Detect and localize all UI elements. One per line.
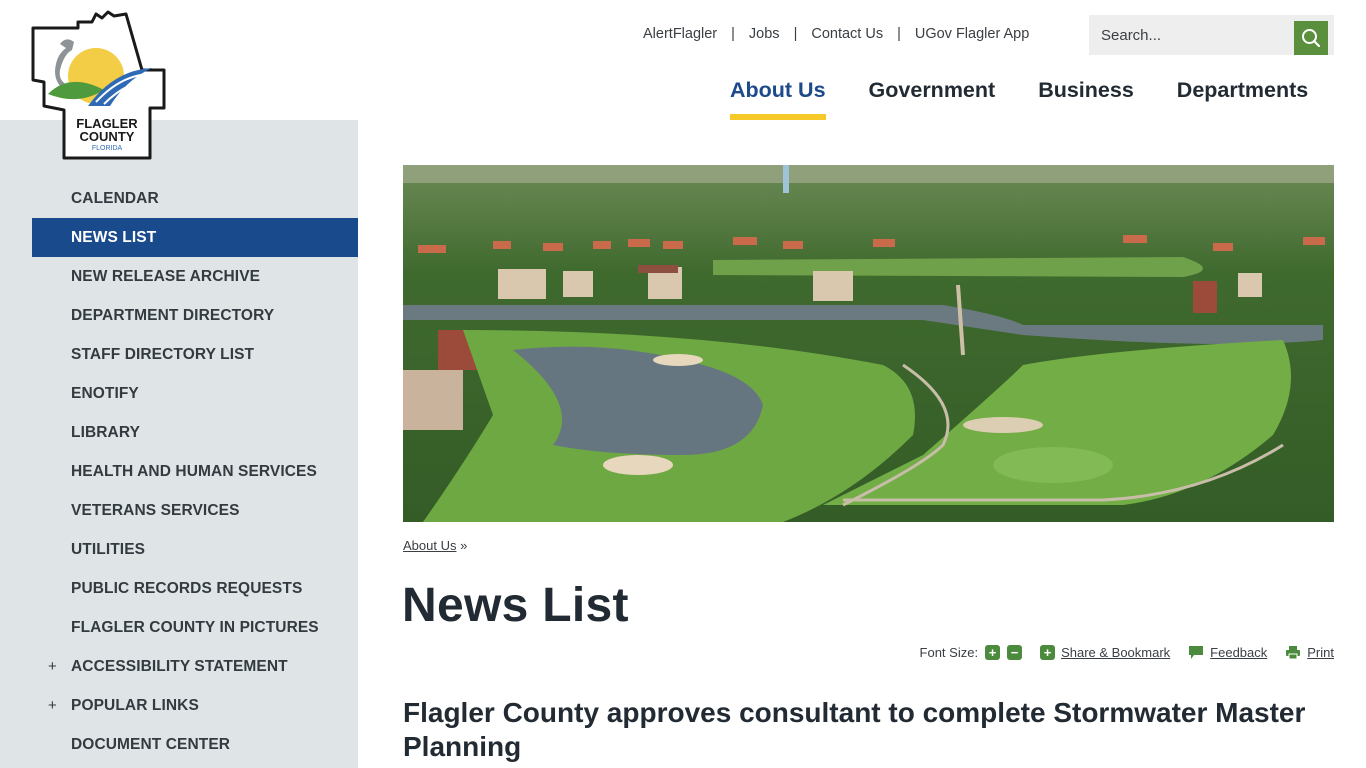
sidebar-item-veterans-services[interactable]: VETERANS SERVICES	[32, 491, 358, 530]
search-button[interactable]	[1294, 21, 1328, 55]
sidebar-item-health-human-services[interactable]: HEALTH AND HUMAN SERVICES	[32, 452, 358, 491]
sidebar-item-label: NEW RELEASE ARCHIVE	[71, 268, 261, 285]
separator: |	[897, 26, 901, 42]
sidebar-item-label: PUBLIC RECORDS REQUESTS	[71, 580, 303, 597]
svg-text:COUNTY: COUNTY	[80, 129, 135, 144]
search-input[interactable]	[1089, 15, 1294, 55]
feedback-group: Feedback	[1188, 645, 1267, 660]
sidebar-item-flagler-county-in-pictures[interactable]: FLAGLER COUNTY IN PICTURES	[32, 608, 358, 647]
page-tools: Font Size: + − + Share & Bookmark Feedba…	[920, 645, 1334, 660]
sidebar-item-label: POPULAR LINKS	[71, 697, 199, 714]
font-increase-icon[interactable]: +	[985, 645, 1001, 660]
sidebar-item-label: FLAGLER COUNTY IN PICTURES	[71, 619, 319, 636]
sidebar-item-label: DEPARTMENT DIRECTORY	[71, 307, 275, 324]
expand-icon[interactable]: +	[48, 686, 57, 725]
search-box	[1089, 15, 1334, 55]
sidebar-item-department-directory[interactable]: DEPARTMENT DIRECTORY	[32, 296, 358, 335]
plus-icon: +	[1040, 645, 1056, 660]
printer-icon	[1286, 646, 1301, 660]
sidebar-item-label: LIBRARY	[71, 424, 141, 441]
nav-business[interactable]: Business	[1038, 78, 1134, 120]
sidebar-item-document-center[interactable]: DOCUMENT CENTER	[32, 725, 358, 764]
sidebar-item-label: DOCUMENT CENTER	[71, 736, 231, 753]
sidebar-item-calendar[interactable]: CALENDAR	[32, 179, 358, 218]
sidebar-item-enotify[interactable]: ENOTIFY	[32, 374, 358, 413]
sidebar-item-library[interactable]: LIBRARY	[32, 413, 358, 452]
sidebar-item-label: VETERANS SERVICES	[71, 502, 240, 519]
util-link-alertflagler[interactable]: AlertFlagler	[643, 26, 717, 42]
svg-text:FLORIDA: FLORIDA	[92, 145, 123, 152]
util-link-ugov-app[interactable]: UGov Flagler App	[915, 26, 1029, 42]
sidebar-nav: CALENDAR NEWS LIST NEW RELEASE ARCHIVE D…	[32, 179, 358, 764]
sidebar-item-label: NEWS LIST	[71, 229, 157, 246]
sidebar-item-accessibility-statement[interactable]: + ACCESSIBILITY STATEMENT	[32, 647, 358, 686]
utility-links: AlertFlagler | Jobs | Contact Us | UGov …	[643, 26, 1029, 42]
sidebar-item-label: STAFF DIRECTORY LIST	[71, 346, 255, 363]
expand-icon[interactable]: +	[48, 647, 57, 686]
page-title: News List	[402, 579, 629, 632]
separator: |	[793, 26, 798, 42]
flagler-county-logo[interactable]: FLAGLER COUNTY FLORIDA	[30, 10, 168, 162]
main-nav: About Us Government Business Departments	[730, 78, 1308, 120]
util-link-jobs[interactable]: Jobs	[749, 26, 780, 42]
sidebar-item-label: ENOTIFY	[71, 385, 139, 402]
sidebar-item-label: ACCESSIBILITY STATEMENT	[71, 658, 288, 675]
sidebar-item-new-release-archive[interactable]: NEW RELEASE ARCHIVE	[32, 257, 358, 296]
breadcrumb: About Us »	[403, 538, 467, 553]
util-link-contact-us[interactable]: Contact Us	[811, 26, 883, 42]
nav-about-us[interactable]: About Us	[730, 78, 826, 120]
share-bookmark-group: + Share & Bookmark	[1040, 645, 1170, 660]
sidebar-item-label: UTILITIES	[71, 541, 146, 558]
sidebar-item-news-list[interactable]: NEWS LIST	[32, 218, 358, 257]
hero-image	[403, 165, 1334, 522]
news-article-title[interactable]: Flagler County approves consultant to co…	[403, 696, 1343, 764]
feedback-speech-bubble-icon	[1189, 646, 1204, 659]
sidebar-item-utilities[interactable]: UTILITIES	[32, 530, 358, 569]
sidebar-item-staff-directory-list[interactable]: STAFF DIRECTORY LIST	[32, 335, 358, 374]
sidebar-item-public-records-requests[interactable]: PUBLIC RECORDS REQUESTS	[32, 569, 358, 608]
nav-departments[interactable]: Departments	[1177, 78, 1308, 120]
font-size-label: Font Size:	[919, 645, 979, 660]
search-icon	[1302, 29, 1321, 48]
share-bookmark-link[interactable]: Share & Bookmark	[1061, 645, 1170, 660]
feedback-link[interactable]: Feedback	[1210, 645, 1267, 660]
font-decrease-icon[interactable]: −	[1007, 645, 1023, 660]
nav-government[interactable]: Government	[869, 78, 996, 120]
sidebar-item-popular-links[interactable]: + POPULAR LINKS	[32, 686, 358, 725]
print-link[interactable]: Print	[1307, 645, 1334, 660]
print-group: Print	[1285, 645, 1334, 660]
separator: |	[731, 26, 735, 42]
breadcrumb-separator: »	[460, 538, 468, 553]
sidebar-item-label: CALENDAR	[71, 190, 159, 207]
sidebar-item-label: HEALTH AND HUMAN SERVICES	[71, 463, 317, 480]
breadcrumb-link-about-us[interactable]: About Us	[403, 538, 456, 553]
